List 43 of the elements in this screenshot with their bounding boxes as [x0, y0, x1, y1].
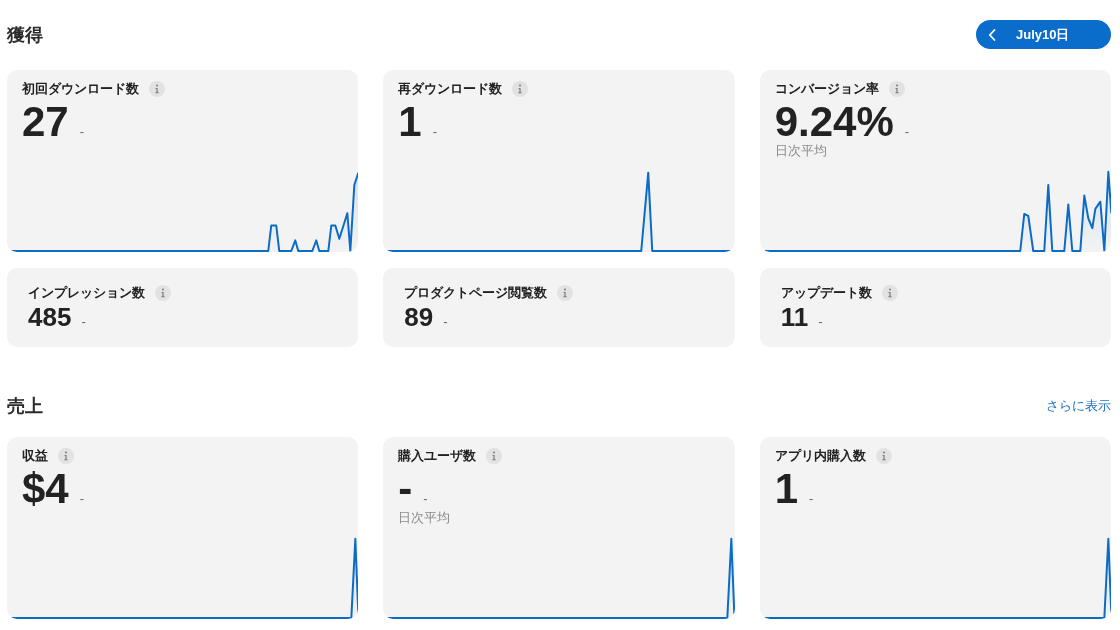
metric-value: -	[398, 468, 413, 510]
delta-text: -	[432, 124, 438, 139]
metric-value: 89	[404, 304, 434, 330]
delta-text: -	[809, 491, 814, 506]
info-icon[interactable]	[881, 285, 898, 301]
info-icon[interactable]	[58, 448, 74, 464]
chevron-left-icon	[988, 28, 996, 41]
delta-text: -	[79, 491, 85, 506]
metric-value: 1	[398, 101, 422, 143]
metric-title: 収益	[22, 447, 48, 465]
section-title: 獲得	[7, 24, 43, 45]
metric-title: 購入ユーザ数	[398, 447, 477, 465]
metric-title: コンバージョン率	[774, 80, 879, 98]
section-title: 売上	[7, 396, 43, 416]
metric-value: 9.24%	[774, 101, 894, 143]
delta-text: -	[818, 314, 823, 329]
delta-text: -	[443, 314, 448, 329]
delta-text: -	[904, 124, 910, 139]
info-icon[interactable]	[149, 81, 165, 97]
metric-value: 1	[774, 468, 798, 510]
metric-title: 再ダウンロード数	[398, 80, 503, 98]
metric-title: アップデート数	[780, 284, 872, 302]
metric-title: インプレッション数	[28, 284, 145, 302]
info-icon[interactable]	[512, 81, 529, 97]
delta-text: -	[81, 314, 86, 329]
metric-title: アプリ内購入数	[774, 447, 866, 465]
delta-text: -	[79, 124, 85, 139]
info-icon[interactable]	[888, 81, 905, 97]
show-more-link[interactable]: さらに表示	[1046, 397, 1111, 415]
metric-note: 日次平均	[774, 143, 827, 158]
metric-value: $4	[22, 468, 69, 510]
metric-value: 27	[22, 101, 69, 143]
metric-note: 日次平均	[398, 510, 451, 525]
metric-value: 485	[28, 304, 72, 330]
metric-value: 11	[780, 304, 809, 330]
delta-text: -	[423, 491, 428, 506]
info-icon[interactable]	[557, 285, 574, 301]
date-button[interactable]: July10日	[976, 20, 1111, 49]
info-icon[interactable]	[486, 448, 503, 464]
metric-title: 初回ダウンロード数	[22, 80, 139, 98]
info-icon[interactable]	[155, 285, 171, 301]
metric-title: プロダクトページ閲覧数	[404, 284, 548, 302]
info-icon[interactable]	[875, 448, 892, 464]
